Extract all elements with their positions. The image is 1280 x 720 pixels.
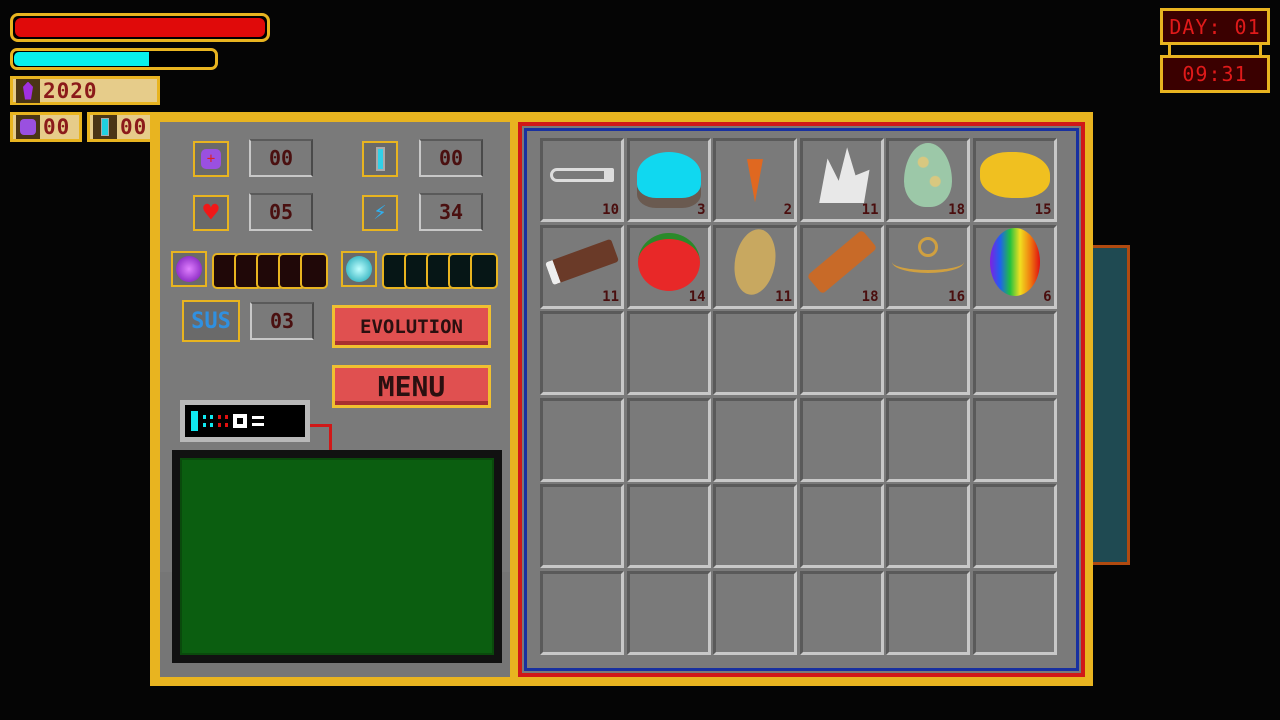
inventory-slot[interactable] — [799, 397, 884, 482]
lightning-icon: ⚡ — [362, 195, 398, 231]
vial-counter: 00 — [87, 112, 159, 142]
potion-icon — [16, 115, 40, 139]
inventory-slot[interactable]: 2 — [713, 138, 797, 222]
purple-gauge-slot — [300, 253, 328, 289]
green-screen — [172, 450, 502, 663]
evolution-button[interactable]: EVOLUTION — [332, 305, 491, 348]
inventory-slot[interactable] — [626, 484, 711, 568]
sus-label: SUS — [182, 300, 240, 342]
inventory-slot[interactable] — [886, 484, 970, 568]
rainbow-egg-icon — [989, 227, 1040, 296]
inventory-slot[interactable]: 6 — [972, 224, 1057, 309]
item-count: 18 — [948, 202, 965, 218]
gold-nugget-icon — [979, 152, 1050, 199]
vial-icon — [93, 115, 117, 139]
inventory-slot[interactable]: 15 — [972, 138, 1057, 222]
inventory-slot[interactable] — [886, 397, 970, 482]
inventory-slot[interactable] — [626, 570, 711, 655]
potion-icon: + — [193, 141, 229, 177]
item-count: 11 — [775, 288, 792, 305]
item-count: 6 — [1043, 288, 1052, 305]
item-count: 2 — [783, 202, 792, 218]
purple-gem-icon — [16, 78, 40, 103]
rope-icon — [892, 236, 964, 273]
day-display: DAY: 01 — [1160, 8, 1270, 45]
inventory-slot[interactable] — [799, 311, 884, 395]
sus-count: 03 — [250, 302, 314, 340]
cinnamon-icon — [806, 229, 878, 295]
inventory-slot[interactable] — [540, 570, 624, 655]
inventory-slot[interactable] — [972, 570, 1057, 655]
inventory-slot[interactable]: 18 — [799, 224, 884, 309]
inventory-slot[interactable] — [886, 311, 970, 395]
inventory-slot[interactable]: 10 — [540, 138, 624, 222]
potion-count: 00 — [249, 139, 313, 177]
inventory-slot[interactable] — [626, 397, 711, 482]
item-count: 11 — [861, 202, 879, 218]
spotted-egg-icon — [904, 143, 952, 208]
purple-orb-icon — [171, 251, 207, 287]
inventory-slot[interactable] — [540, 311, 624, 395]
cable — [310, 424, 332, 452]
panel-divider — [510, 118, 518, 680]
item-count: 3 — [697, 202, 706, 218]
item-count: 15 — [1034, 202, 1052, 218]
inventory-slot[interactable]: 18 — [886, 138, 970, 222]
inventory-slot[interactable] — [713, 570, 797, 655]
item-count: 18 — [861, 288, 879, 305]
time-display: 09:31 — [1160, 55, 1270, 93]
background-window — [1088, 245, 1130, 565]
inventory-slot[interactable] — [540, 484, 624, 568]
inventory-slot[interactable] — [713, 397, 797, 482]
inventory-slot[interactable] — [713, 311, 797, 395]
inventory-slot[interactable] — [799, 484, 884, 568]
heart-icon: ♥ — [193, 195, 229, 231]
inventory-slot[interactable]: 3 — [626, 138, 711, 222]
inventory-slot[interactable] — [886, 570, 970, 655]
item-count: 10 — [602, 202, 619, 218]
item-count: 16 — [948, 288, 965, 305]
inventory-slot[interactable]: 16 — [886, 224, 970, 309]
inventory-slot[interactable] — [713, 484, 797, 568]
carrot-icon — [747, 148, 763, 203]
inventory-slot[interactable] — [972, 484, 1057, 568]
hearts-count: 05 — [249, 193, 313, 231]
inventory-slot[interactable]: 11 — [713, 224, 797, 309]
tomato-icon — [637, 232, 700, 291]
vial-icon — [362, 141, 398, 177]
vial-count: 00 — [419, 139, 483, 177]
inventory-slot[interactable] — [799, 570, 884, 655]
cyan-slime-icon — [636, 152, 701, 199]
inventory-slot[interactable] — [540, 397, 624, 482]
item-count: 11 — [602, 288, 619, 305]
mana-bar — [10, 48, 218, 70]
gem-counter: 2020 — [10, 76, 160, 105]
inventory-slot[interactable] — [972, 397, 1057, 482]
inventory-slot[interactable]: 11 — [540, 224, 624, 309]
health-bar — [10, 13, 270, 42]
item-count: 14 — [688, 288, 706, 305]
potato-icon — [729, 225, 781, 298]
key-icon — [550, 168, 614, 183]
potion-counter: 00 — [10, 112, 82, 142]
crystal-icon — [814, 147, 870, 204]
inventory-slot[interactable] — [626, 311, 711, 395]
inventory-slot[interactable] — [972, 311, 1057, 395]
log-icon — [545, 238, 619, 286]
inventory-slot[interactable]: 14 — [626, 224, 711, 309]
menu-button[interactable]: MENU — [332, 365, 491, 408]
cyan-orb-icon — [341, 251, 377, 287]
device-indicator — [180, 400, 310, 442]
cyan-gauge-slot — [470, 253, 498, 289]
energy-count: 34 — [419, 193, 483, 231]
inventory-slot[interactable]: 11 — [799, 138, 884, 222]
